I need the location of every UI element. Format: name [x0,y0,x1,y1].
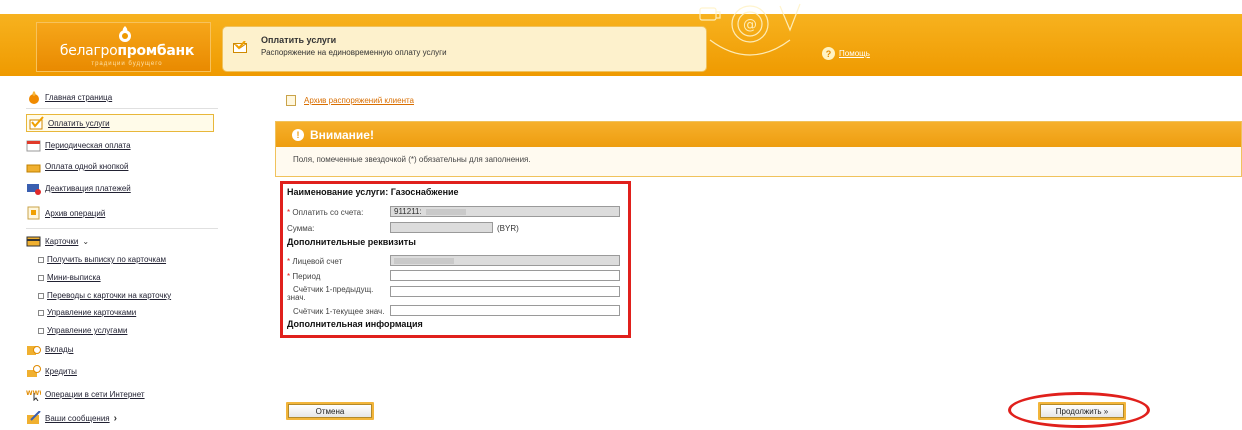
help-label: Помощь [839,49,870,58]
account-number-label: * Лицевой счет [287,257,343,266]
sidebar-subitem-card-transfers[interactable]: Переводы с карточки на карточку [38,291,171,300]
service-subtitle: Распоряжение на единовременную оплату ус… [261,48,447,57]
archive-orders-link[interactable]: Архив распоряжений клиента [286,95,414,106]
archive-icon [27,206,40,220]
extra-requisites-heading: Дополнительные реквизиты [287,237,416,247]
logo-tagline: традиции будущего [91,61,163,67]
bullet-icon [38,309,44,316]
sidebar-item-messages[interactable]: Ваши сообщения › [26,409,117,427]
sidebar-item-home[interactable]: Главная страница [26,88,112,106]
sidebar-subitem-card-statement[interactable]: Получить выписку по карточкам [38,255,166,264]
sum-field[interactable] [390,222,493,233]
currency-unit: (BYR) [497,224,519,233]
service-title: Оплатить услуги [261,35,337,45]
meter-previous-field[interactable] [390,286,620,297]
help-icon: ? [822,47,835,60]
pay-from-account-field[interactable]: 911211: [390,206,620,217]
account-number-field[interactable] [390,255,620,266]
additional-info-heading: Дополнительная информация [287,319,423,329]
service-name-heading: Наименование услуги: Газоснабжение [287,187,459,197]
attention-panel: ! Внимание! Поля, помеченные звездочкой … [275,121,1242,177]
cancel-button[interactable]: Отмена [286,402,374,420]
internet-icon: WWW [26,390,41,401]
meter-previous-label-cont: знач. [287,293,306,302]
envelope-check-icon [233,41,247,53]
home-icon [29,91,39,104]
sidebar-item-deposits[interactable]: Вклады [26,340,73,358]
chevron-down-icon: ⌄ [82,236,90,246]
messages-icon [27,411,41,424]
archive-icon [286,95,296,106]
sidebar-divider [26,228,218,229]
sidebar-item-one-click[interactable]: Оплата одной кнопкой [26,157,128,175]
masked-value [425,208,466,215]
meter-current-field[interactable] [390,305,620,316]
exclamation-icon: ! [292,128,304,141]
decorative-cup-icon: @ [699,3,801,56]
meter-current-label: Счётчик 1-текущее знач. [293,307,385,316]
attention-header: ! Внимание! [276,122,1241,147]
attention-title: Внимание! [310,127,374,142]
bullet-icon [38,256,44,263]
pay-from-label: * Оплатить со счета: [287,208,364,217]
header: белагропромбанк традиции будущего Оплати… [0,3,1242,76]
deposit-icon [27,346,41,355]
bank-logo[interactable]: белагропромбанк традиции будущего [36,22,211,72]
logo-text: белагропромбанк [59,43,195,59]
sidebar-subitem-card-management[interactable]: Управление карточками [38,308,136,317]
sidebar-item-periodic-payment[interactable]: Периодическая оплата [26,136,131,154]
sidebar-subitem-mini-statement[interactable]: Мини-выписка [38,273,101,282]
card-icon [26,236,41,247]
period-label: * Период [287,272,321,281]
sidebar-item-archive[interactable]: Архив операций [26,204,105,222]
help-link[interactable]: ? Помощь [822,47,870,60]
chevron-right-icon: › [113,412,117,424]
payment-form: Наименование услуги: Газоснабжение * Опл… [280,181,631,338]
sidebar-item-cards[interactable]: Карточки ⌄ [26,232,89,250]
attention-text: Поля, помеченные звездочкой (*) обязател… [293,155,531,164]
svg-text:@: @ [743,17,757,33]
highlight-circle [1008,392,1150,428]
sidebar-item-deactivate[interactable]: Деактивация платежей [26,179,131,197]
sidebar-item-internet-operations[interactable]: WWW Операции в сети Интернет [26,385,145,403]
top-strip [0,0,1242,14]
bullet-icon [38,327,44,334]
period-field[interactable] [390,270,620,281]
sidebar-divider [26,108,218,109]
sum-label: Сумма: [287,224,315,233]
deactivate-icon [27,184,41,195]
sidebar-item-credits[interactable]: Кредиты [26,362,77,380]
credit-icon [27,365,41,377]
logo-mark-icon [119,26,131,42]
bullet-icon [38,274,44,281]
current-service-panel: Оплатить услуги Распоряжение на единовре… [222,26,707,72]
masked-value [394,257,454,264]
sidebar-subitem-service-management[interactable]: Управление услугами [38,326,127,335]
one-click-icon [26,164,41,173]
calendar-icon [26,140,41,152]
sidebar-item-pay-services[interactable]: Оплатить услуги [26,114,214,132]
bullet-icon [38,292,44,299]
pay-icon [29,116,44,130]
